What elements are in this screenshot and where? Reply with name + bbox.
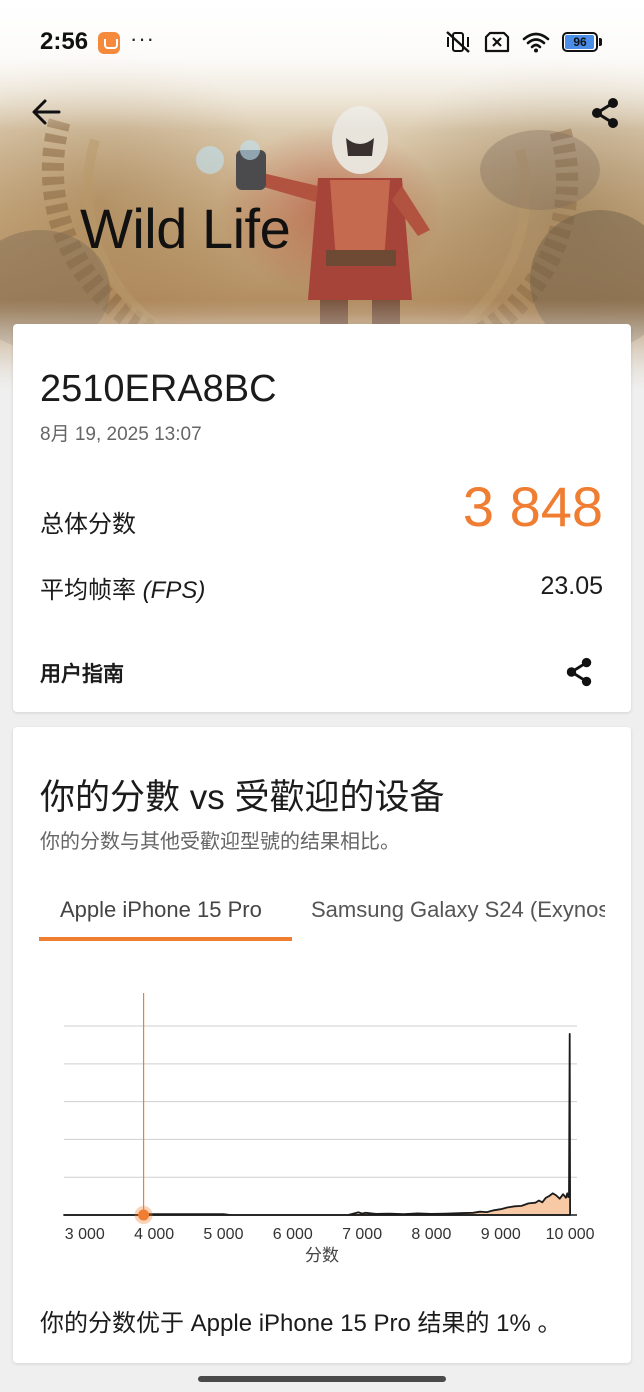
home-indicator[interactable]	[198, 1376, 446, 1382]
page-title: Wild Life	[80, 197, 291, 260]
tab-samsung-galaxy-s24[interactable]: Samsung Galaxy S24 (Exynos)	[311, 897, 605, 923]
tab-apple-iphone-15-pro[interactable]: Apple iPhone 15 Pro	[60, 897, 262, 923]
x-tick-label: 6 000	[273, 1226, 313, 1243]
status-time: 2:56	[40, 28, 89, 55]
comparison-subtitle: 你的分数与其他受歡迎型號的结果相比。	[40, 831, 400, 853]
back-button[interactable]	[26, 92, 66, 132]
user-guide-link[interactable]: 用户指南	[40, 658, 124, 688]
status-more-indicator: ···	[130, 26, 155, 51]
user-score-marker	[138, 1209, 150, 1221]
share-button-result[interactable]	[559, 652, 599, 692]
x-tick-label: 8 000	[411, 1226, 451, 1243]
share-icon	[592, 98, 618, 128]
comparison-title: 你的分數 vs 受歡迎的设备	[40, 778, 445, 817]
device-tabs: Apple iPhone 15 Pro Samsung Galaxy S24 (…	[13, 887, 631, 943]
comparison-result-text: 你的分数优于 Apple iPhone 15 Pro 结果的 1% 。	[40, 1310, 562, 1337]
x-tick-label: 7 000	[342, 1226, 382, 1243]
arrow-left-icon	[32, 99, 61, 125]
result-card: 2510ERA8BC 8月 19, 2025 13:07 总体分数 3 848 …	[13, 324, 631, 712]
comparison-card: 你的分數 vs 受歡迎的设备 你的分数与其他受歡迎型號的结果相比。 Apple …	[13, 727, 631, 1363]
distribution-area	[63, 1033, 571, 1216]
x-tick-label: 4 000	[134, 1226, 174, 1243]
share-icon	[566, 657, 592, 687]
wifi-icon	[522, 32, 550, 53]
chart-svg: 3 000 4 000 5 000 6 000 7 000 8 000 9 000 10 00…	[63, 993, 595, 1266]
x-tick-label: 10 000	[546, 1226, 595, 1243]
x-axis-label: 分数	[305, 1246, 339, 1266]
average-fps-label: 平均帧率 (FPS)	[40, 570, 205, 605]
average-fps-label-text: 平均帧率	[40, 577, 136, 604]
sim-off-icon	[484, 31, 510, 53]
status-bar: 2:56 ··· 96	[0, 0, 644, 86]
average-fps-value: 23.05	[540, 572, 603, 600]
x-tick-label: 3 000	[65, 1226, 105, 1243]
fps-unit: (FPS)	[142, 577, 206, 604]
run-date: 8月 19, 2025 13:07	[40, 424, 202, 445]
score-distribution-chart: 3 000 4 000 5 000 6 000 7 000 8 000 9 000 10 00…	[13, 977, 631, 1297]
battery-level: 96	[573, 35, 587, 49]
share-button-header[interactable]	[584, 92, 626, 134]
device-name: 2510ERA8BC	[40, 368, 277, 410]
x-tick-label: 5 000	[203, 1226, 243, 1243]
vibrate-off-icon	[446, 31, 470, 53]
active-tab-indicator	[39, 937, 292, 941]
overall-score-label: 总体分数	[40, 511, 136, 538]
battery-icon: 96	[562, 32, 602, 52]
overall-score-value: 3 848	[462, 475, 603, 538]
notification-app-icon	[98, 32, 120, 54]
x-tick-label: 9 000	[481, 1226, 521, 1243]
